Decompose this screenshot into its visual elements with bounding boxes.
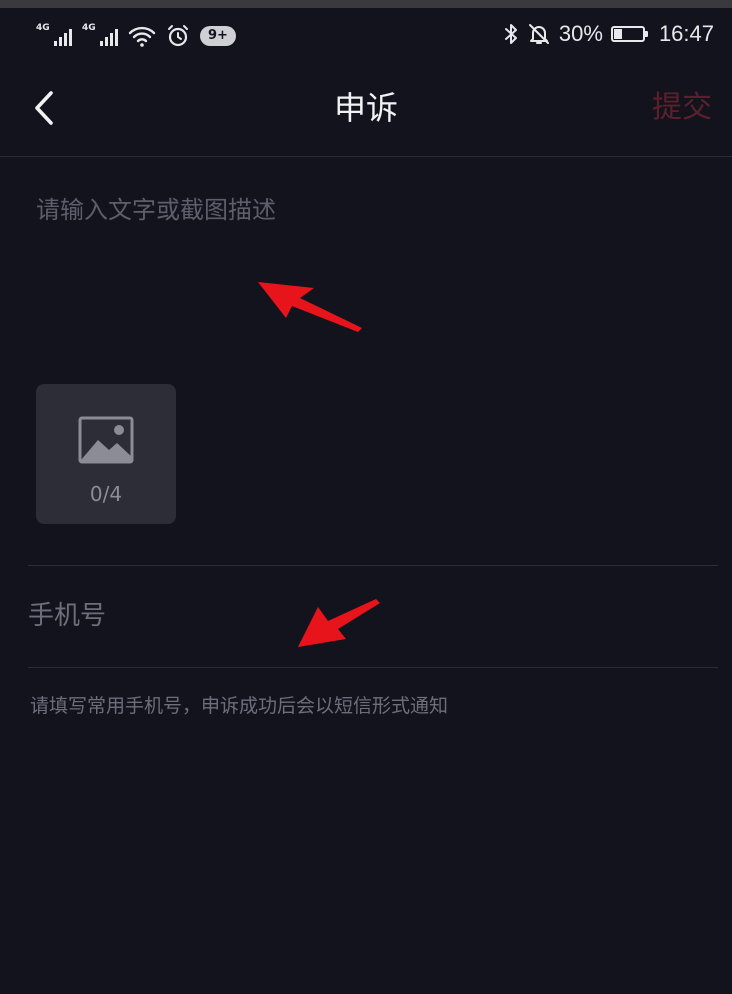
screen-top-edge <box>0 0 732 8</box>
status-left-group: 4G 4G 9+ <box>36 22 236 48</box>
status-bar: 4G 4G 9+ 30% 16:47 <box>0 8 732 60</box>
phone-hint-text: 请填写常用手机号，申诉成功后会以短信形式通知 <box>30 695 449 717</box>
signal-network-tag: 4G <box>36 23 50 33</box>
bluetooth-icon <box>504 24 517 44</box>
clock-time: 16:47 <box>658 21 714 46</box>
battery-icon <box>610 26 648 42</box>
status-right-group: 30% 16:47 <box>503 20 714 48</box>
signal-network-tag: 4G <box>82 23 96 33</box>
divider <box>28 667 718 668</box>
image-icon <box>78 416 134 464</box>
alarm-clock-icon <box>168 25 188 47</box>
battery-fill <box>613 29 623 39</box>
description-input[interactable] <box>36 180 696 360</box>
navigation-bar: 申诉 提交 <box>0 60 732 157</box>
notification-count-badge: 9+ <box>200 26 236 46</box>
wifi-icon <box>128 26 156 47</box>
submit-button[interactable]: 提交 <box>652 88 712 128</box>
cellular-signal-icon: 4G <box>36 24 72 48</box>
cellular-signal-icon: 4G <box>82 24 118 48</box>
divider <box>28 565 718 566</box>
battery-percent: 30% <box>558 21 603 46</box>
upload-count: 0/4 <box>89 482 123 506</box>
phone-number-input[interactable] <box>28 588 708 644</box>
bell-muted-icon <box>528 24 549 44</box>
image-upload-button[interactable]: 0/4 <box>36 384 176 524</box>
page-title: 申诉 <box>333 89 398 127</box>
